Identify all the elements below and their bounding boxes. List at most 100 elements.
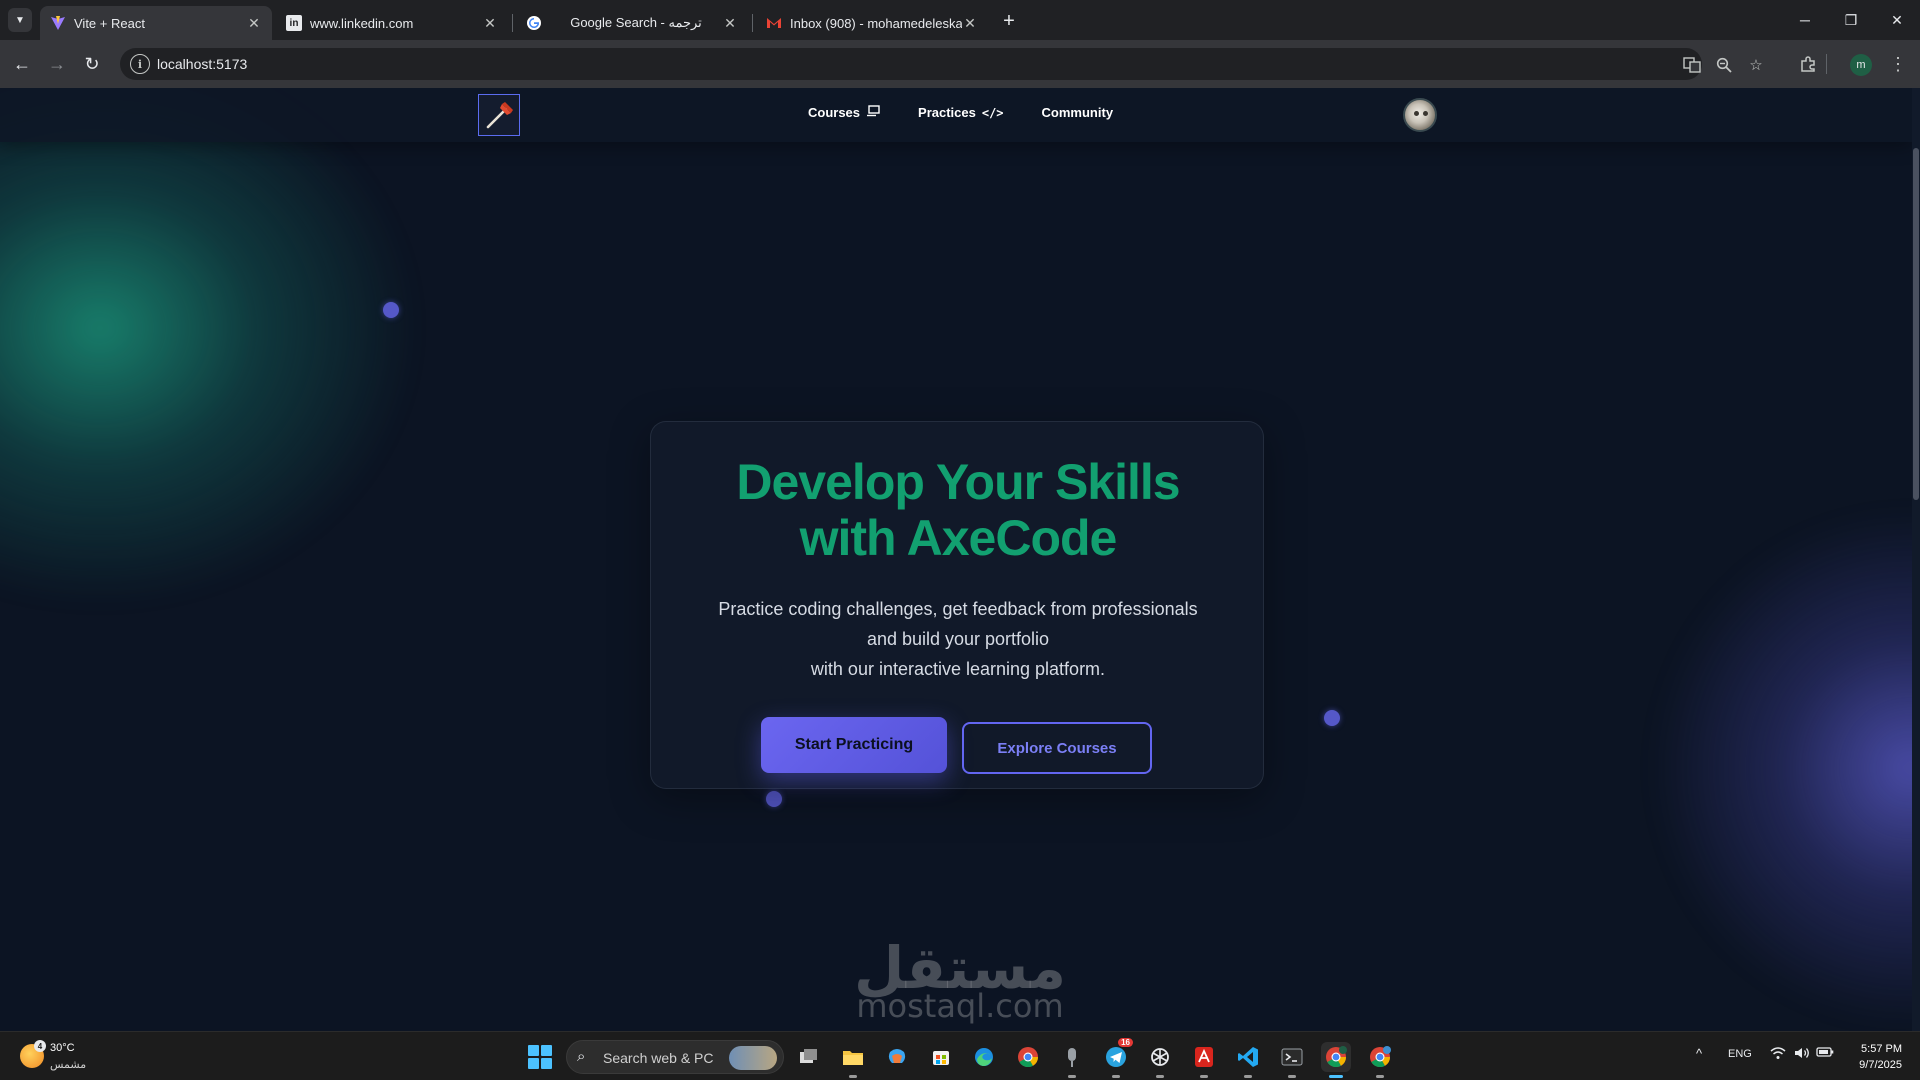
- tab-linkedin[interactable]: in www.linkedin.com ✕: [276, 6, 508, 40]
- close-icon[interactable]: ✕: [962, 15, 978, 32]
- nav-practices-label: Practices: [918, 105, 976, 120]
- running-indicator: [1156, 1075, 1164, 1078]
- purple-glow-decoration: [1650, 508, 1920, 1028]
- running-indicator: [849, 1075, 857, 1078]
- hero-subtitle-line: and build your portfolio: [866, 629, 1050, 649]
- nav-courses-label: Courses: [808, 105, 861, 120]
- clock-date: 9/7/2025: [1859, 1059, 1902, 1071]
- zoom-icon[interactable]: [1713, 54, 1735, 76]
- terminal-icon[interactable]: [1277, 1042, 1307, 1078]
- url-text: localhost:5173: [157, 56, 248, 72]
- nav-community-label: Community: [1041, 105, 1114, 120]
- site-navbar: Courses Practices </> Community: [0, 88, 1912, 142]
- chatgpt-icon[interactable]: [1145, 1042, 1175, 1078]
- chrome-secondary-profile-icon[interactable]: [1365, 1042, 1395, 1078]
- file-explorer-icon[interactable]: [838, 1042, 868, 1078]
- battery-icon[interactable]: [1816, 1046, 1834, 1061]
- hero-title: Develop Your Skills with AxeCode: [651, 454, 1265, 566]
- tab-title: Google Search - ترجمه: [570, 15, 702, 30]
- explore-courses-button[interactable]: Explore Courses: [962, 722, 1152, 774]
- extensions-icon[interactable]: [1794, 50, 1822, 78]
- hero-subtitle: Practice coding challenges, get feedback…: [651, 594, 1265, 684]
- back-button[interactable]: ←: [8, 50, 36, 78]
- windows-start-icon[interactable]: [528, 1045, 552, 1069]
- running-indicator: [1288, 1075, 1296, 1078]
- scrollbar-thumb[interactable]: [1913, 148, 1919, 500]
- microsoft-store-icon[interactable]: [926, 1042, 956, 1072]
- tab-search-button[interactable]: ▼: [8, 8, 32, 32]
- tab-title: www.linkedin.com: [310, 15, 414, 31]
- start-practicing-button[interactable]: Start Practicing: [761, 717, 947, 773]
- chrome-profile-icon[interactable]: [1321, 1042, 1351, 1078]
- google-icon: [526, 15, 542, 31]
- tab-google-search[interactable]: Google Search - ترجمه ✕: [516, 6, 748, 40]
- nav-links: Courses Practices </> Community: [808, 105, 1151, 120]
- forward-button[interactable]: →: [43, 50, 71, 78]
- new-tab-button[interactable]: +: [996, 8, 1022, 34]
- active-indicator: [1329, 1075, 1343, 1078]
- address-bar[interactable]: i localhost:5173 ☆: [120, 48, 1763, 80]
- running-indicator: [1112, 1075, 1120, 1078]
- user-avatar[interactable]: [1403, 98, 1437, 132]
- reload-button[interactable]: ↻: [78, 50, 106, 78]
- telegram-icon[interactable]: 16: [1101, 1038, 1133, 1078]
- floating-dot: [383, 302, 399, 318]
- hero-title-line: Develop Your Skills: [736, 454, 1180, 510]
- taskbar: 4 30°C مشمس ⌕ Search web & PC 16 ^ ENG 5…: [0, 1031, 1920, 1080]
- copilot-icon[interactable]: [882, 1042, 912, 1072]
- task-view-icon[interactable]: [794, 1042, 824, 1072]
- tab-title: Vite + React: [74, 15, 145, 31]
- running-indicator: [1244, 1075, 1252, 1078]
- linkedin-icon: in: [286, 15, 302, 31]
- vscode-icon[interactable]: [1233, 1042, 1263, 1078]
- browser-toolbar: ← → ↻ i localhost:5173 ☆ m ⋮: [0, 40, 1920, 88]
- acrobat-icon[interactable]: [1189, 1042, 1219, 1078]
- taskbar-search[interactable]: ⌕ Search web & PC: [566, 1040, 784, 1074]
- weather-badge: 4: [34, 1040, 46, 1052]
- watermark-latin: mostaql.com: [856, 987, 1064, 1025]
- profile-avatar[interactable]: m: [1850, 54, 1872, 76]
- tab-separator: [512, 14, 513, 32]
- mostaql-watermark: مستقل mostaql.com: [840, 936, 1080, 1022]
- running-indicator: [1068, 1075, 1076, 1078]
- minimize-button[interactable]: ─: [1782, 0, 1828, 40]
- weather-temperature[interactable]: 30°C: [50, 1042, 75, 1054]
- teal-glow-decoration: [0, 88, 420, 608]
- translate-icon[interactable]: [1681, 54, 1703, 76]
- vite-icon: [50, 15, 66, 31]
- wifi-icon[interactable]: [1770, 1046, 1786, 1063]
- voice-recorder-icon[interactable]: [1057, 1042, 1087, 1078]
- browser-tab-bar: ▼ Vite + React ✕ in www.linkedin.com ✕ G…: [0, 0, 1920, 40]
- close-icon[interactable]: ✕: [246, 15, 262, 32]
- page-scrollbar[interactable]: [1912, 88, 1920, 1031]
- axecode-logo[interactable]: [478, 94, 520, 136]
- volume-icon[interactable]: [1794, 1046, 1810, 1063]
- menu-kebab-icon[interactable]: ⋮: [1884, 50, 1912, 78]
- tab-gmail-inbox[interactable]: Inbox (908) - mohamedeleskan ✕: [756, 6, 988, 40]
- restore-button[interactable]: ❐: [1828, 0, 1874, 40]
- chrome-icon[interactable]: [1013, 1042, 1043, 1072]
- nav-courses[interactable]: Courses: [808, 105, 880, 120]
- bookmark-star-icon[interactable]: ☆: [1745, 54, 1767, 76]
- window-close-button[interactable]: ✕: [1874, 0, 1920, 40]
- edge-icon[interactable]: [969, 1042, 999, 1072]
- search-placeholder: Search web & PC: [603, 1050, 714, 1066]
- weather-description: مشمس: [50, 1058, 87, 1071]
- axe-icon: [486, 102, 513, 129]
- search-highlight-image: [729, 1046, 777, 1070]
- page-viewport: Courses Practices </> Community Develop …: [0, 88, 1920, 1031]
- nav-community[interactable]: Community: [1042, 105, 1114, 120]
- language-indicator[interactable]: ENG: [1728, 1048, 1752, 1060]
- tab-separator: [752, 14, 753, 32]
- system-clock[interactable]: 5:57 PM 9/7/2025: [1838, 1041, 1902, 1073]
- clock-time: 5:57 PM: [1861, 1043, 1902, 1055]
- tab-vite-react[interactable]: Vite + React ✕: [40, 6, 272, 40]
- show-hidden-icons-chevron-icon[interactable]: ^: [1696, 1046, 1702, 1061]
- close-icon[interactable]: ✕: [482, 15, 498, 32]
- floating-dot: [1324, 710, 1340, 726]
- running-indicator: [1200, 1075, 1208, 1078]
- close-icon[interactable]: ✕: [722, 15, 738, 32]
- tab-title: Inbox (908) - mohamedeleskan: [790, 15, 962, 31]
- site-info-icon[interactable]: i: [130, 54, 150, 74]
- nav-practices[interactable]: Practices </>: [918, 105, 1004, 120]
